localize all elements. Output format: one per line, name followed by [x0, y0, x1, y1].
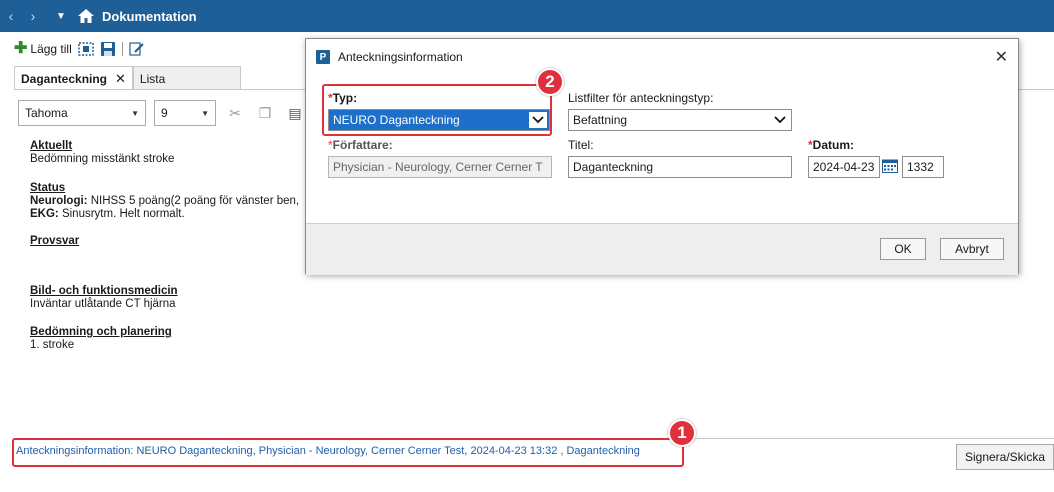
toolbar-separator [121, 42, 123, 56]
titel-label: Titel: [568, 138, 594, 152]
save-icon[interactable] [100, 42, 116, 56]
dialog-footer: OK Avbryt [306, 223, 1018, 275]
chevron-down-icon: ▼ [131, 108, 139, 118]
callout-badge-2: 2 [536, 68, 564, 96]
calendar-icon[interactable] [882, 159, 898, 173]
format-bar: Tahoma ▼ 9 ▼ ✂ ❐ ▤ [18, 100, 306, 126]
neurologi-text: NIHSS 5 poäng(2 poäng för vänster ben, [87, 195, 300, 207]
paste-icon[interactable]: ▤ [284, 100, 306, 126]
heading-bild-funktionsmedicin: Bild- och funktionsmedicin [30, 285, 178, 297]
add-button-label: Lägg till [30, 42, 72, 56]
forfattare-value: Physician - Neurology, Cerner Cerner T [333, 160, 543, 174]
top-nav-bar: ‹ › ▼ Dokumentation [0, 0, 1054, 32]
listfilter-value: Befattning [573, 113, 628, 127]
ekg-text: Sinusrytm. Helt normalt. [58, 208, 185, 220]
page-title: Dokumentation [102, 8, 197, 24]
history-dropdown-icon[interactable]: ▼ [50, 11, 72, 22]
tab-lista-label: Lista [139, 71, 166, 86]
time-input[interactable]: 1332 [902, 156, 944, 178]
neurologi-label: Neurologi: [30, 195, 88, 207]
callout-highlight-2 [322, 84, 552, 136]
aktuellt-text: Bedömning misstänkt stroke [30, 153, 175, 165]
cancel-button[interactable]: Avbryt [940, 238, 1004, 260]
heading-bedomning-planering: Bedömning och planering [30, 326, 172, 338]
callout-highlight-1 [12, 438, 684, 467]
forward-arrow-icon[interactable]: › [22, 8, 44, 24]
listfilter-label: Listfilter för anteckningstyp: [568, 91, 714, 105]
document-toolbar: ✚ Lägg till [14, 40, 145, 57]
forfattare-field: Physician - Neurology, Cerner Cerner T [328, 156, 552, 178]
ok-button[interactable]: OK [880, 238, 926, 260]
font-family-select[interactable]: Tahoma ▼ [18, 100, 146, 126]
heading-aktuellt: Aktuellt [30, 140, 73, 152]
note-info-dialog: P Anteckningsinformation ✕ *Typ: NEURO D… [305, 38, 1019, 275]
datum-input[interactable]: 2024-04-23 [808, 156, 880, 178]
add-button[interactable]: ✚ Lägg till [14, 40, 72, 57]
bild-text: Inväntar utlåtande CT hjärna [30, 298, 176, 310]
home-icon[interactable] [76, 8, 96, 24]
titel-input[interactable]: Daganteckning [568, 156, 792, 178]
dialog-title: Anteckningsinformation [338, 50, 463, 64]
sign-send-button[interactable]: Signera/Skicka [956, 444, 1054, 470]
dialog-titlebar: P Anteckningsinformation [306, 39, 1018, 75]
close-tab-icon[interactable]: ✕ [115, 71, 126, 87]
edit-document-icon[interactable] [129, 42, 145, 56]
font-family-value: Tahoma [25, 106, 68, 120]
ekg-label: EKG: [30, 208, 59, 220]
tab-daganteckning[interactable]: Daganteckning ✕ [14, 66, 133, 90]
callout-badge-1: 1 [668, 419, 696, 447]
back-arrow-icon[interactable]: ‹ [0, 8, 22, 24]
tab-lista[interactable]: Lista [132, 66, 241, 90]
chevron-down-icon: ▼ [201, 108, 209, 118]
datum-value: 2024-04-23 [813, 160, 875, 174]
chevron-down-icon [771, 112, 789, 128]
close-icon[interactable]: ✕ [995, 47, 1008, 67]
tab-daganteckning-label: Daganteckning [21, 71, 108, 86]
screenshot-icon[interactable] [78, 42, 94, 56]
font-size-select[interactable]: 9 ▼ [154, 100, 216, 126]
titel-value: Daganteckning [573, 160, 654, 174]
font-size-value: 9 [161, 106, 168, 120]
cut-icon[interactable]: ✂ [224, 100, 246, 126]
heading-status: Status [30, 182, 66, 194]
forfattare-label: *Författare: [328, 138, 393, 152]
datum-label: *Datum: [808, 138, 855, 152]
app-p-icon: P [316, 50, 330, 64]
heading-provsvar: Provsvar [30, 235, 80, 247]
copy-icon[interactable]: ❐ [254, 100, 276, 126]
plus-icon: ✚ [14, 40, 28, 57]
document-tabs: Daganteckning ✕ Lista [14, 66, 241, 90]
bedomning-text: 1. stroke [30, 339, 75, 351]
time-value: 1332 [907, 160, 934, 174]
listfilter-select[interactable]: Befattning [568, 109, 792, 131]
